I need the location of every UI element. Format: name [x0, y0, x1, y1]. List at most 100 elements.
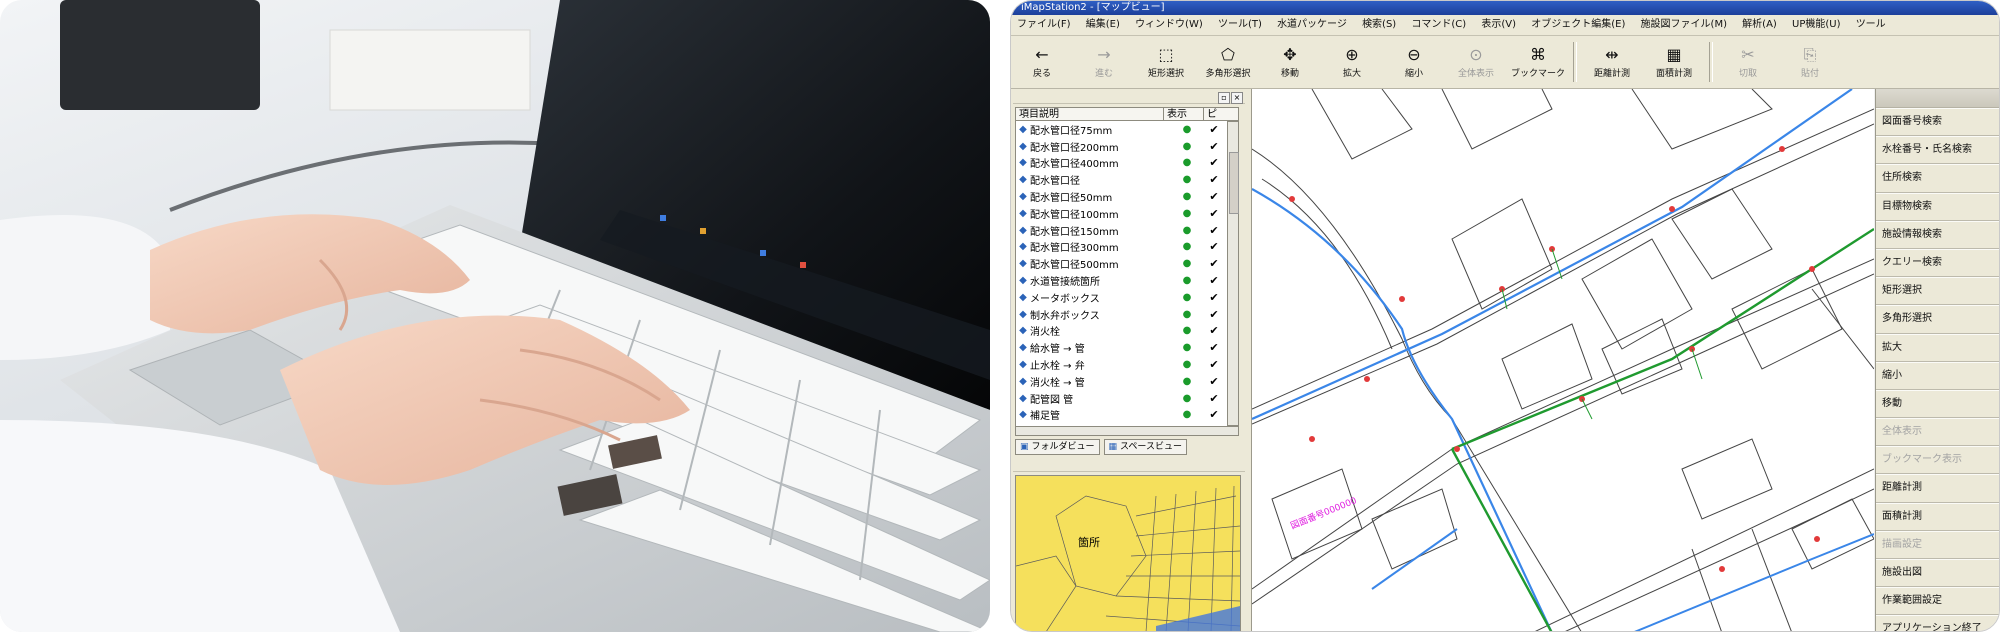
layer-row[interactable]: ◆ 配水管口径400mm ● ✔	[1016, 155, 1228, 172]
layer-row[interactable]: ◆ メータボックス ● ✔	[1016, 289, 1228, 306]
horizontal-scrollbar[interactable]	[1015, 426, 1239, 436]
menu-item[interactable]: 表示(V)	[1475, 19, 1522, 30]
visibility-icon[interactable]: ●	[1172, 124, 1202, 135]
visibility-icon[interactable]: ●	[1172, 191, 1202, 202]
pick-checkbox[interactable]: ✔	[1202, 308, 1226, 321]
pick-checkbox[interactable]: ✔	[1202, 392, 1226, 405]
command-button-13[interactable]: 距離計測	[1876, 474, 1999, 503]
command-button-0[interactable]: 図面番号検索	[1876, 108, 1999, 137]
layer-row[interactable]: ◆ 配水管口径150mm ● ✔	[1016, 222, 1228, 239]
visibility-icon[interactable]: ●	[1172, 208, 1202, 219]
pick-checkbox[interactable]: ✔	[1202, 375, 1226, 388]
overview-map[interactable]: 箇所	[1015, 475, 1241, 631]
command-button-17[interactable]: 作業範囲設定	[1876, 587, 1999, 616]
map-canvas[interactable]: 図面番号000000	[1252, 89, 1874, 631]
visibility-icon[interactable]: ●	[1172, 359, 1202, 370]
visibility-icon[interactable]: ●	[1172, 258, 1202, 269]
visibility-icon[interactable]: ●	[1172, 241, 1202, 252]
vertical-scrollbar[interactable]	[1227, 121, 1239, 426]
toolbar-button-5[interactable]: ⊕ 拡大	[1321, 36, 1383, 88]
menu-item[interactable]: 解析(A)	[1736, 19, 1783, 30]
command-button-18[interactable]: アプリケーション終了	[1876, 615, 1999, 631]
visibility-icon[interactable]: ●	[1172, 342, 1202, 353]
menu-item[interactable]: コマンド(C)	[1405, 19, 1472, 30]
command-button-7[interactable]: 多角形選択	[1876, 305, 1999, 334]
menu-item[interactable]: ツール(T)	[1212, 19, 1268, 30]
layer-row[interactable]: ◆ 給水管 → 管 ● ✔	[1016, 339, 1228, 356]
command-button-10[interactable]: 移動	[1876, 389, 1999, 419]
toolbar-button-8[interactable]: ⌘ ブックマーク	[1507, 36, 1569, 88]
visibility-icon[interactable]: ●	[1172, 225, 1202, 236]
toolbar-button-9[interactable]: ⇹ 距離計測	[1581, 36, 1643, 88]
command-button-5[interactable]: クエリー検索	[1876, 248, 1999, 278]
visibility-icon[interactable]: ●	[1172, 309, 1202, 320]
command-button-4[interactable]: 施設情報検索	[1876, 220, 1999, 249]
toolbar-button-2[interactable]: ⬚ 矩形選択	[1135, 36, 1197, 88]
layer-row[interactable]: ◆ 配水管口径200mm ● ✔	[1016, 138, 1228, 155]
pick-checkbox[interactable]: ✔	[1202, 190, 1226, 203]
menu-item[interactable]: 施設図ファイル(M)	[1635, 19, 1733, 30]
menu-item[interactable]: UP機能(U)	[1786, 19, 1846, 30]
visibility-icon[interactable]: ●	[1172, 409, 1202, 420]
pick-checkbox[interactable]: ✔	[1202, 156, 1226, 169]
layer-row[interactable]: ◆ 配水管口径50mm ● ✔	[1016, 188, 1228, 205]
visibility-icon[interactable]: ●	[1172, 275, 1202, 286]
layer-row[interactable]: ◆ 消火栓 ● ✔	[1016, 323, 1228, 340]
menu-item[interactable]: 検索(S)	[1356, 19, 1402, 30]
pick-checkbox[interactable]: ✔	[1202, 123, 1226, 136]
layer-row[interactable]: ◆ 配水管口径75mm ● ✔	[1016, 121, 1228, 138]
command-button-8[interactable]: 拡大	[1876, 333, 1999, 362]
toolbar-button-12[interactable]: ⎘ 貼付	[1779, 36, 1841, 88]
toolbar-button-4[interactable]: ✥ 移動	[1259, 36, 1321, 88]
command-button-14[interactable]: 面積計測	[1876, 502, 1999, 531]
pick-checkbox[interactable]: ✔	[1202, 224, 1226, 237]
layer-row[interactable]: ◆ 配水管口径 ● ✔	[1016, 171, 1228, 188]
pick-checkbox[interactable]: ✔	[1202, 358, 1226, 371]
column-header-visible[interactable]: 表示	[1164, 108, 1204, 120]
toolbar-button-0[interactable]: ← 戻る	[1011, 36, 1073, 88]
tab-space-view[interactable]: ▦ スペースビュー	[1103, 439, 1187, 455]
close-icon[interactable]: ×	[1231, 92, 1243, 104]
layer-row[interactable]: ◆ 消火栓 → 管 ● ✔	[1016, 373, 1228, 390]
visibility-icon[interactable]: ●	[1172, 292, 1202, 303]
pick-checkbox[interactable]: ✔	[1202, 140, 1226, 153]
command-button-1[interactable]: 水栓番号・氏名検索	[1876, 136, 1999, 165]
layer-row[interactable]: ◆ 止水栓 → 弁 ● ✔	[1016, 356, 1228, 373]
column-header-pick[interactable]: ピ	[1204, 108, 1238, 120]
pin-icon[interactable]: ▫	[1218, 92, 1230, 104]
column-header-description[interactable]: 項目説明	[1016, 108, 1164, 120]
layer-row[interactable]: ◆ 配管図 管 ● ✔	[1016, 390, 1228, 407]
toolbar-button-7[interactable]: ⊙ 全体表示	[1445, 36, 1507, 88]
toolbar-button-6[interactable]: ⊖ 縮小	[1383, 36, 1445, 88]
layer-row[interactable]: ◆ 補足管 ● ✔	[1016, 407, 1228, 424]
command-button-15[interactable]: 描画設定	[1876, 530, 1999, 559]
visibility-icon[interactable]: ●	[1172, 174, 1202, 185]
pick-checkbox[interactable]: ✔	[1202, 207, 1226, 220]
layer-row[interactable]: ◆ 制水弁ボックス ● ✔	[1016, 306, 1228, 323]
scroll-thumb[interactable]	[1229, 152, 1239, 214]
pick-checkbox[interactable]: ✔	[1202, 240, 1226, 253]
toolbar-button-1[interactable]: → 進む	[1073, 36, 1135, 88]
pick-checkbox[interactable]: ✔	[1202, 274, 1226, 287]
toolbar-button-11[interactable]: ✂ 切取	[1717, 36, 1779, 88]
layer-row[interactable]: ◆ 配水管口径100mm ● ✔	[1016, 205, 1228, 222]
command-button-9[interactable]: 縮小	[1876, 361, 1999, 390]
layer-row[interactable]: ◆ 水道管接続箇所 ● ✔	[1016, 272, 1228, 289]
toolbar-button-3[interactable]: ⬠ 多角形選択	[1197, 36, 1259, 88]
menu-item[interactable]: ファイル(F)	[1011, 19, 1077, 30]
pick-checkbox[interactable]: ✔	[1202, 173, 1226, 186]
layer-row[interactable]: ◆ 配水管口径300mm ● ✔	[1016, 239, 1228, 256]
pick-checkbox[interactable]: ✔	[1202, 291, 1226, 304]
pick-checkbox[interactable]: ✔	[1202, 257, 1226, 270]
toolbar-button-10[interactable]: ▦ 面積計測	[1643, 36, 1705, 88]
pick-checkbox[interactable]: ✔	[1202, 408, 1226, 421]
visibility-icon[interactable]: ●	[1172, 141, 1202, 152]
layer-row[interactable]: ◆ 配水管口径500mm ● ✔	[1016, 255, 1228, 272]
menu-item[interactable]: 水道パッケージ	[1271, 19, 1353, 30]
visibility-icon[interactable]: ●	[1172, 325, 1202, 336]
tab-folder-view[interactable]: ▣ フォルダビュー	[1015, 439, 1100, 455]
visibility-icon[interactable]: ●	[1172, 376, 1202, 387]
command-button-12[interactable]: ブックマーク表示	[1876, 446, 1999, 475]
menu-item[interactable]: 編集(E)	[1080, 19, 1126, 30]
menu-item[interactable]: オブジェクト編集(E)	[1525, 19, 1631, 30]
